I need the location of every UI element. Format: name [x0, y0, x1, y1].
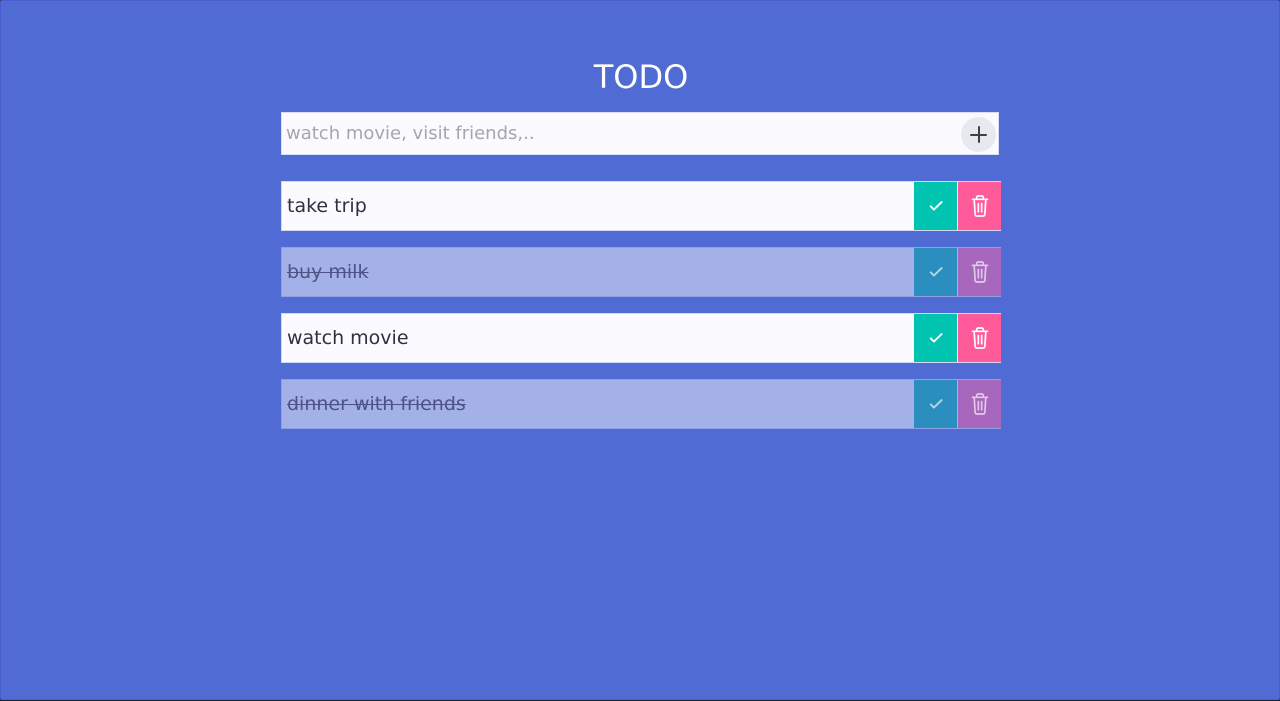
delete-button[interactable]: [958, 380, 1001, 428]
plus-icon: [970, 126, 987, 143]
todo-item-buy-milk: buy milk: [281, 247, 1001, 297]
todo-label: watch movie: [287, 327, 409, 349]
add-todo-button[interactable]: [961, 117, 996, 152]
todo-app: TODO take trip buy m: [0, 0, 1280, 700]
delete-button[interactable]: [958, 314, 1001, 362]
todo-item-watch-movie: watch movie: [281, 313, 1001, 363]
complete-button[interactable]: [914, 182, 957, 230]
new-todo-input[interactable]: [282, 113, 952, 154]
todo-label: buy milk: [287, 261, 369, 283]
complete-button[interactable]: [914, 248, 957, 296]
complete-button[interactable]: [914, 380, 957, 428]
trash-icon: [971, 195, 988, 217]
todo-item-dinner-with-friends: dinner with friends: [281, 379, 1001, 429]
complete-button[interactable]: [914, 314, 957, 362]
delete-button[interactable]: [958, 248, 1001, 296]
check-icon: [929, 201, 943, 211]
todo-label: dinner with friends: [287, 393, 466, 415]
check-icon: [929, 399, 943, 409]
new-todo-form: [281, 112, 999, 155]
todo-label: take trip: [287, 195, 367, 217]
check-icon: [929, 267, 943, 277]
page-title: TODO: [593, 58, 689, 97]
trash-icon: [971, 261, 988, 283]
delete-button[interactable]: [958, 182, 1001, 230]
todo-item-take-trip: take trip: [281, 181, 1001, 231]
trash-icon: [971, 393, 988, 415]
trash-icon: [971, 327, 988, 349]
check-icon: [929, 333, 943, 343]
